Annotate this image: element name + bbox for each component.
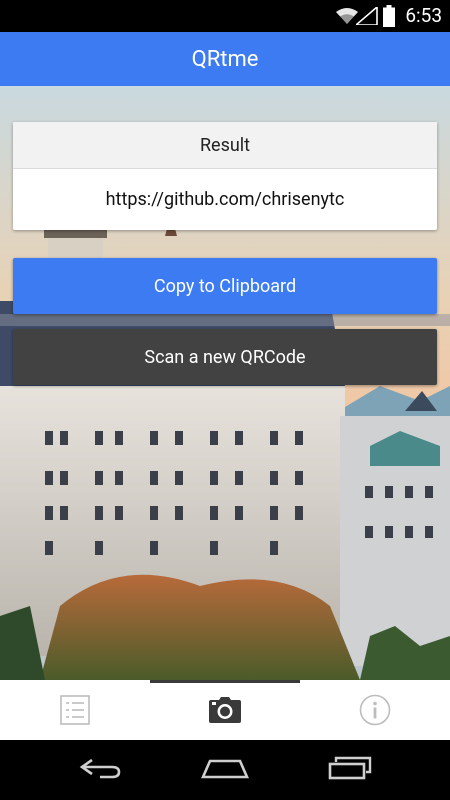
home-button[interactable]	[175, 748, 275, 792]
tab-about[interactable]	[300, 683, 450, 740]
result-card: Result https://github.com/chrisenytc	[13, 122, 437, 230]
battery-icon	[383, 5, 395, 31]
home-icon	[200, 757, 250, 783]
app-bar: QRtme	[0, 32, 450, 86]
recents-icon	[328, 756, 372, 784]
app-title: QRtme	[191, 46, 259, 72]
scan-new-qrcode-button[interactable]: Scan a new QRCode	[13, 329, 437, 385]
copy-to-clipboard-button[interactable]: Copy to Clipboard	[13, 258, 437, 314]
recents-button[interactable]	[300, 748, 400, 792]
camera-icon	[208, 696, 242, 728]
result-url[interactable]: https://github.com/chrisenytc	[13, 169, 437, 230]
bottom-tab-bar	[0, 680, 450, 740]
status-bar: 6:53	[0, 0, 450, 32]
result-header: Result	[13, 122, 437, 169]
signal-icon	[353, 5, 378, 29]
back-button[interactable]	[50, 748, 150, 792]
wifi-icon	[336, 7, 358, 29]
tab-history[interactable]	[0, 683, 150, 740]
status-time: 6:53	[405, 4, 442, 27]
info-icon	[359, 694, 391, 730]
tab-scan[interactable]	[150, 683, 300, 740]
system-nav-bar	[0, 740, 450, 800]
list-icon	[60, 694, 90, 729]
back-icon	[78, 757, 122, 783]
